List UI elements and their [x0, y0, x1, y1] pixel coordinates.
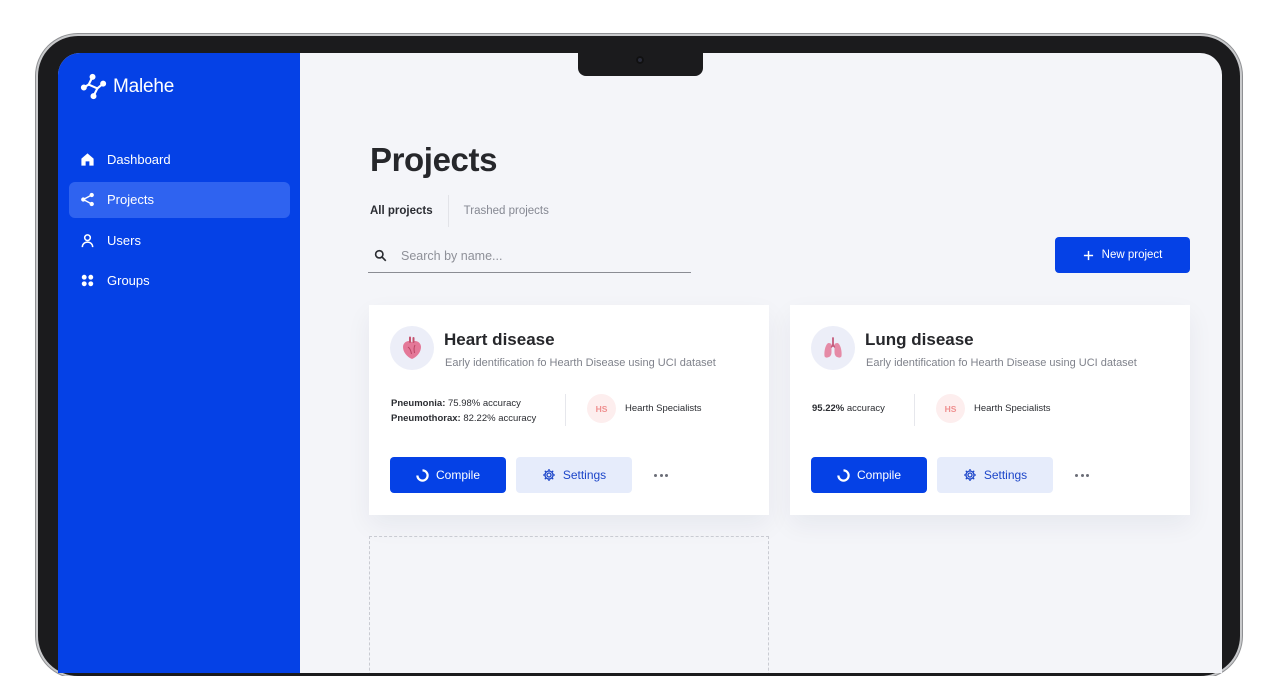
project-avatar	[811, 326, 855, 370]
camera-notch	[578, 53, 703, 76]
tab-divider	[447, 195, 449, 227]
metric-name: Pneumonia:	[391, 398, 446, 409]
project-owner[interactable]: HS Hearth Specialists	[587, 394, 702, 423]
owner-avatar: HS	[936, 394, 965, 423]
card-divider	[914, 394, 915, 426]
project-card-lung: Lung disease Early identification fo Hea…	[790, 305, 1190, 515]
sidebar-item-dashboard[interactable]: Dashboard	[69, 141, 290, 177]
compile-label: Compile	[435, 468, 480, 482]
settings-label: Settings	[562, 468, 607, 482]
new-project-placeholder[interactable]	[369, 536, 769, 673]
settings-button[interactable]: Settings	[516, 457, 632, 493]
project-title[interactable]: Heart disease	[444, 330, 555, 350]
search-input[interactable]	[401, 248, 661, 263]
sidebar-item-label: Dashboard	[107, 151, 171, 167]
new-project-button[interactable]: New project	[1055, 237, 1190, 273]
metric-name: 95.22%	[812, 403, 845, 414]
more-options-button[interactable]	[649, 465, 673, 485]
settings-label: Settings	[983, 468, 1028, 482]
more-options-button[interactable]	[1070, 465, 1094, 485]
page-title: Projects	[370, 141, 498, 178]
sidebar-item-label: Users	[107, 232, 141, 248]
tab-all-projects[interactable]: All projects	[370, 205, 433, 217]
metric-value: 82.22% accuracy	[463, 413, 537, 424]
app-name: Malehe	[113, 75, 175, 97]
metric-row: Pneumothorax: 82.22% accuracy	[391, 411, 536, 426]
search-icon	[374, 249, 387, 262]
project-title[interactable]: Lung disease	[865, 330, 974, 350]
owner-name: Hearth Specialists	[625, 403, 702, 414]
sidebar-item-users[interactable]: Users	[69, 222, 290, 258]
sidebar-item-groups[interactable]: Groups	[69, 263, 290, 299]
new-project-label: New project	[1101, 249, 1163, 261]
project-avatar	[390, 326, 434, 370]
sidebar: Malehe Dashboard Projects Users Groups	[58, 53, 300, 673]
loading-circle-icon	[416, 468, 429, 482]
metric-value: accuracy	[846, 403, 885, 414]
plus-icon	[1083, 250, 1093, 260]
settings-button[interactable]: Settings	[937, 457, 1053, 493]
project-description: Early identification fo Hearth Disease u…	[445, 357, 716, 369]
logo-icon	[80, 73, 107, 100]
app-screen: Malehe Dashboard Projects Users Groups P…	[58, 53, 1222, 673]
search-bar	[368, 239, 691, 273]
user-icon	[81, 233, 94, 247]
metric-row: Pneumonia: 75.98% accuracy	[391, 396, 536, 411]
project-owner[interactable]: HS Hearth Specialists	[936, 394, 1051, 423]
owner-name: Hearth Specialists	[974, 403, 1051, 414]
lungs-icon	[824, 337, 842, 358]
project-tabs: All projects Trashed projects	[370, 195, 549, 227]
sidebar-item-projects[interactable]: Projects	[69, 181, 290, 218]
sidebar-item-label: Groups	[107, 273, 150, 288]
compile-button[interactable]: Compile	[390, 457, 506, 493]
project-card-heart: Heart disease Early identification fo He…	[369, 305, 769, 515]
sidebar-item-label: Projects	[107, 192, 154, 207]
owner-avatar: HS	[587, 394, 616, 423]
metric-name: Pneumothorax:	[391, 413, 461, 424]
grid-icon	[81, 274, 94, 287]
camera-icon	[636, 56, 644, 64]
share-icon	[81, 192, 94, 207]
main-content: Projects All projects Trashed projects N…	[300, 53, 1222, 673]
home-icon	[81, 152, 94, 166]
project-description: Early identification fo Hearth Disease u…	[866, 357, 1137, 369]
card-divider	[565, 394, 566, 426]
loading-circle-icon	[837, 468, 850, 482]
metric-value: 75.98% accuracy	[448, 398, 521, 409]
compile-label: Compile	[856, 468, 901, 482]
sidebar-nav: Dashboard Projects Users Groups	[69, 141, 290, 303]
gear-icon	[963, 469, 976, 481]
project-metrics: Pneumonia: 75.98% accuracy Pneumothorax:…	[391, 396, 536, 426]
tab-trashed-projects[interactable]: Trashed projects	[464, 205, 549, 217]
compile-button[interactable]: Compile	[811, 457, 927, 493]
heart-organ-icon	[403, 336, 421, 359]
gear-icon	[542, 469, 555, 481]
project-metrics: 95.22% accuracy	[812, 403, 885, 414]
app-logo[interactable]: Malehe	[80, 73, 174, 100]
